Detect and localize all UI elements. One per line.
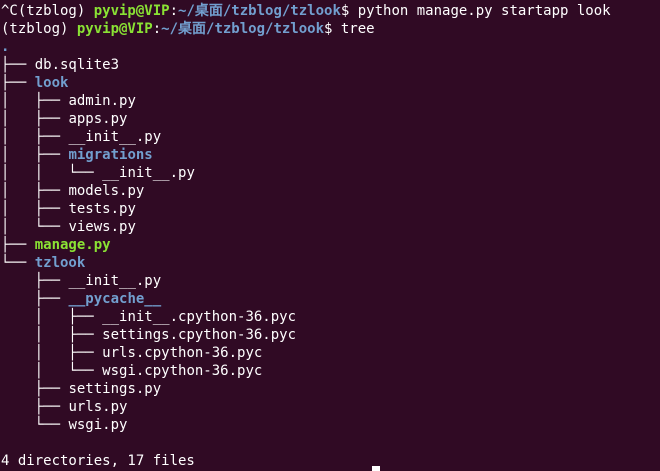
tree-file-name: apps.py bbox=[68, 111, 128, 127]
tree-entry: │ ├── urls.cpython-36.pyc bbox=[1, 344, 611, 362]
tree-branch: │ ├── bbox=[1, 345, 103, 361]
tree-file-name: settings.py bbox=[68, 381, 162, 397]
tree-entry: │ ├── models.py bbox=[1, 182, 611, 200]
tree-entry: │ ├── migrations bbox=[1, 146, 611, 164]
tree-directory-name: look bbox=[34, 75, 69, 91]
tree-entry: │ │ └── __init__.py bbox=[1, 164, 611, 182]
tree-branch: │ └── bbox=[1, 219, 69, 235]
tree-file-name: manage.py bbox=[34, 237, 111, 253]
prompt-command: python manage.py startapp look bbox=[357, 3, 611, 19]
tree-entry: │ ├── settings.cpython-36.pyc bbox=[1, 326, 611, 344]
tree-entry: │ ├── __init__.py bbox=[1, 128, 611, 146]
tree-entry: ├── db.sqlite3 bbox=[1, 56, 611, 74]
tree-entry: ├── look bbox=[1, 74, 611, 92]
tree-file-name: urls.py bbox=[68, 399, 128, 415]
tree-branch: │ └── bbox=[1, 363, 103, 379]
tree-branch: ├── bbox=[1, 399, 69, 415]
tree-branch: ├── bbox=[1, 291, 69, 307]
tree-file-name: views.py bbox=[68, 219, 136, 235]
prompt-command: tree bbox=[340, 21, 375, 37]
tree-entry: │ └── views.py bbox=[1, 218, 611, 236]
tree-entry: │ ├── apps.py bbox=[1, 110, 611, 128]
tree-entry: ├── manage.py bbox=[1, 236, 611, 254]
tree-entry: │ └── wsgi.cpython-36.pyc bbox=[1, 362, 611, 380]
tree-branch: │ ├── bbox=[1, 309, 103, 325]
prompt-separator: : bbox=[152, 21, 162, 37]
prompt-prefix: (tzblog) bbox=[1, 21, 77, 37]
prompt-line-startapp: ^C(tzblog) pyvip@VIP:~/桌面/tzblog/tzlook$… bbox=[1, 2, 611, 20]
tree-branch: ├── bbox=[1, 273, 69, 289]
tree-file-name: tests.py bbox=[68, 201, 136, 217]
tree-branch: │ ├── bbox=[1, 327, 103, 343]
tree-file-name: models.py bbox=[68, 183, 145, 199]
tree-branch: ├── bbox=[1, 75, 35, 91]
tree-entry: └── tzlook bbox=[1, 254, 611, 272]
tree-branch: │ ├── bbox=[1, 93, 69, 109]
prompt-separator: : bbox=[169, 3, 179, 19]
tree-file-name: settings.cpython-36.pyc bbox=[102, 327, 297, 343]
prompt-line-tree: (tzblog) pyvip@VIP:~/桌面/tzblog/tzlook$ t… bbox=[1, 20, 611, 38]
tree-branch: │ ├── bbox=[1, 201, 69, 217]
tree-summary: 4 directories, 17 files bbox=[1, 453, 195, 469]
tree-file-name: __init__.py bbox=[68, 129, 162, 145]
text-cursor bbox=[372, 466, 380, 471]
tree-file-name: wsgi.py bbox=[68, 417, 128, 433]
tree-file-name: __init__.py bbox=[102, 165, 195, 181]
tree-root: . bbox=[1, 39, 10, 55]
tree-branch: │ │ └── bbox=[1, 165, 103, 181]
tree-entry: └── wsgi.py bbox=[1, 416, 611, 434]
prompt-path: ~/桌面/tzblog/tzlook bbox=[161, 21, 325, 37]
tree-file-name: __init__.py bbox=[68, 273, 162, 289]
tree-branch: ├── bbox=[1, 57, 35, 73]
tree-file-name: __init__.cpython-36.pyc bbox=[102, 309, 297, 325]
tree-entry: ├── settings.py bbox=[1, 380, 611, 398]
tree-branch: └── bbox=[1, 417, 69, 433]
tree-directory-name: __pycache__ bbox=[68, 291, 162, 307]
terminal-output: ^C(tzblog) pyvip@VIP:~/桌面/tzblog/tzlook$… bbox=[1, 2, 611, 470]
tree-file-name: urls.cpython-36.pyc bbox=[102, 345, 263, 361]
prompt-dollar: $ bbox=[340, 3, 358, 19]
prompt-dollar: $ bbox=[324, 21, 341, 37]
tree-entry: │ ├── admin.py bbox=[1, 92, 611, 110]
tree-entry: ├── urls.py bbox=[1, 398, 611, 416]
tree-branch: │ ├── bbox=[1, 129, 69, 145]
prompt-prefix: ^C(tzblog) bbox=[1, 3, 94, 19]
tree-branch: ├── bbox=[1, 381, 69, 397]
prompt-user: pyvip@VIP bbox=[93, 3, 170, 19]
tree-directory-name: tzlook bbox=[34, 255, 86, 271]
tree-branch: │ ├── bbox=[1, 111, 69, 127]
tree-branch: │ ├── bbox=[1, 147, 69, 163]
tree-directory-name: migrations bbox=[68, 147, 153, 163]
terminal-window[interactable]: ^C(tzblog) pyvip@VIP:~/桌面/tzblog/tzlook$… bbox=[0, 0, 660, 471]
tree-entry: ├── __pycache__ bbox=[1, 290, 611, 308]
prompt-user: pyvip@VIP bbox=[76, 21, 153, 37]
tree-entry: │ ├── tests.py bbox=[1, 200, 611, 218]
tree-file-name: wsgi.cpython-36.pyc bbox=[102, 363, 263, 379]
tree-file-name: admin.py bbox=[68, 93, 136, 109]
tree-branch: └── bbox=[1, 255, 35, 271]
tree-listing: ├── db.sqlite3 ├── look │ ├── admin.py │ ├─… bbox=[1, 56, 611, 434]
tree-entry: ├── __init__.py bbox=[1, 272, 611, 290]
prompt-path: ~/桌面/tzblog/tzlook bbox=[178, 3, 341, 19]
tree-branch: │ ├── bbox=[1, 183, 69, 199]
tree-branch: ├── bbox=[1, 237, 35, 253]
tree-entry: │ ├── __init__.cpython-36.pyc bbox=[1, 308, 611, 326]
tree-file-name: db.sqlite3 bbox=[34, 57, 120, 73]
